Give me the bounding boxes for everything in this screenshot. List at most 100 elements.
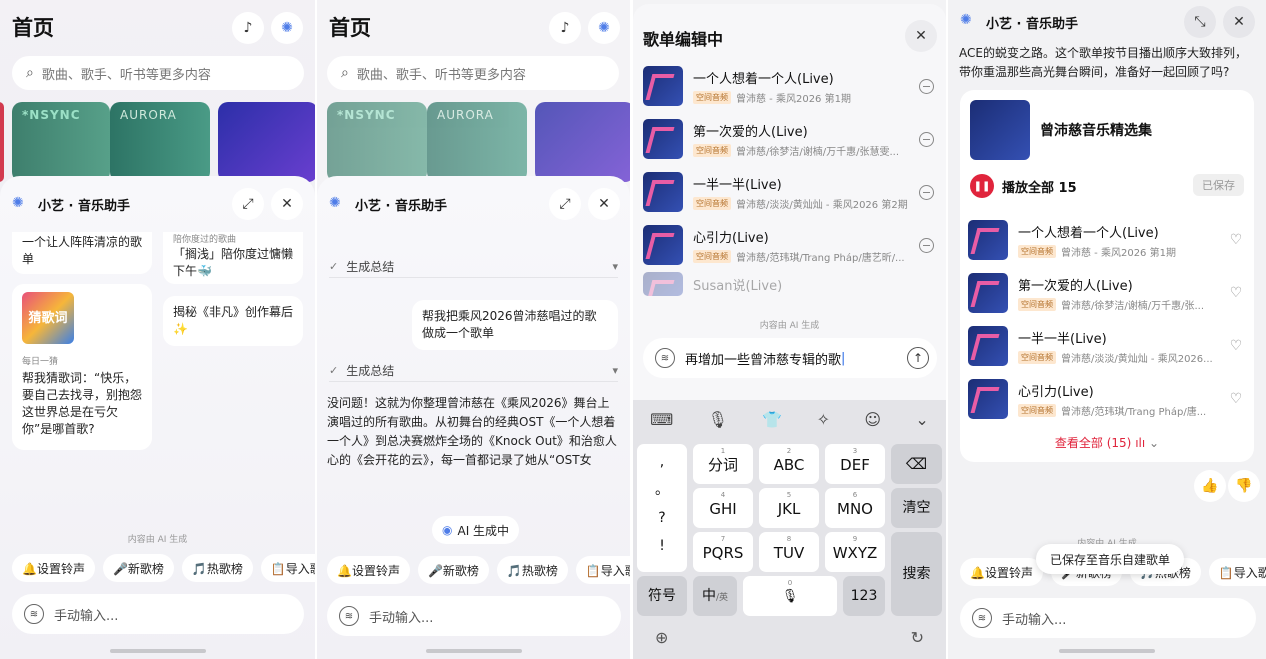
key-8[interactable]: 8 TUV	[759, 532, 819, 572]
banner-carousel[interactable]: *NSYNC AURORA	[0, 102, 315, 182]
key-2[interactable]: 2 ABC	[759, 444, 819, 484]
key-7[interactable]: 7 PQRS	[693, 532, 753, 572]
banner-label: AURORA	[437, 108, 494, 122]
clear-key[interactable]: 清空	[891, 488, 942, 528]
song-row[interactable]: 一半一半(Live) 空间音频 曾沛慈/淡淡/黄灿灿 - 乘风2026... ♡	[968, 320, 1246, 372]
key-1[interactable]: 1 分词	[693, 444, 753, 484]
summary-toggle[interactable]: ✓ 生成总结 ▾	[329, 362, 618, 382]
rotate-icon[interactable]: ↻	[911, 628, 924, 647]
globe-icon[interactable]: ⊕	[655, 628, 668, 647]
collapse-icon[interactable]: ⤡	[1184, 6, 1216, 38]
chip-import-playlist[interactable]: 📋导入歌单	[575, 556, 630, 584]
backspace-icon[interactable]: ⌫	[891, 444, 942, 484]
expand-icon[interactable]: ⤢	[549, 188, 581, 220]
voice-wave-icon[interactable]: ≋	[339, 606, 359, 626]
song-row[interactable]: 心引力(Live) 空间音频 曾沛慈/范玮琪/Trang Pháp/唐... ♡	[968, 373, 1246, 425]
key-9[interactable]: 9 WXYZ	[825, 532, 885, 572]
banner[interactable]	[0, 102, 4, 182]
chip-import-playlist[interactable]: 📋导入歌单	[1208, 558, 1266, 586]
language-switch-key[interactable]: 中/英	[693, 576, 737, 616]
thumbs-up-icon[interactable]: 👍	[1194, 470, 1226, 502]
key-3[interactable]: 3 DEF	[825, 444, 885, 484]
symbol-key[interactable]: 符号	[637, 576, 687, 616]
banner-carousel[interactable]: *NSYNC AURORA	[317, 102, 630, 182]
key-4[interactable]: 4 GHI	[693, 488, 753, 528]
remove-song-button[interactable]	[916, 235, 936, 255]
ai-writing-icon[interactable]: ✧	[817, 410, 830, 429]
thumbs-down-icon[interactable]: 👎	[1228, 470, 1260, 502]
message-input[interactable]: ≋ 再增加一些曾沛慈专辑的歌 | ↑	[643, 338, 937, 378]
suggestion-card[interactable]: 陪你度过的歌曲 「搁浅」陪你度过慵懒下午🐳	[163, 232, 303, 284]
key-5[interactable]: 5 JKL	[759, 488, 819, 528]
voice-wave-icon[interactable]: ≋	[655, 348, 675, 368]
close-icon[interactable]: ✕	[588, 188, 620, 220]
punct-key[interactable]: ?	[637, 504, 687, 532]
voice-wave-icon[interactable]: ≋	[24, 604, 44, 624]
banner[interactable]: AURORA	[427, 102, 527, 182]
song-row[interactable]: 一个人想着一个人(Live) 空间音频 曾沛慈 - 乘风2026 第1期	[643, 60, 936, 112]
song-row[interactable]: 一个人想着一个人(Live) 空间音频 曾沛慈 - 乘风2026 第1期 ♡	[968, 214, 1246, 266]
microphone-icon[interactable]: 🎙	[708, 410, 728, 429]
close-icon[interactable]: ✕	[271, 188, 303, 220]
search-input[interactable]: ⌕ 歌曲、歌手、听书等更多内容	[12, 56, 304, 90]
manual-input[interactable]: ≋ 手动输入...	[12, 594, 304, 634]
chip-hot-songs[interactable]: 🎵热歌榜	[496, 556, 568, 584]
expand-icon[interactable]: ⤢	[232, 188, 264, 220]
punct-key[interactable]: !	[637, 532, 687, 560]
song-row[interactable]: Susan说(Live)	[643, 272, 936, 296]
chip-set-ringtone[interactable]: 🔔设置铃声	[327, 556, 410, 584]
remove-song-button[interactable]	[916, 182, 936, 202]
music-recognition-icon[interactable]: ♪	[232, 12, 264, 44]
banner[interactable]	[535, 102, 630, 182]
banner[interactable]: *NSYNC	[327, 102, 427, 182]
view-all-link[interactable]: 查看全部 (15) ılı ⌄	[960, 434, 1254, 451]
chip-new-songs[interactable]: 🎤新歌榜	[417, 556, 489, 584]
chip-set-ringtone[interactable]: 🔔设置铃声	[960, 558, 1043, 586]
heart-icon[interactable]: ♡	[1226, 230, 1246, 250]
guess-lyrics-card[interactable]: 猜歌词 每日一猜 帮我猜歌词：“快乐，要自己去找寻，别抱怨这世界总是在亏欠你”是…	[12, 284, 152, 450]
banner[interactable]: *NSYNC	[12, 102, 110, 182]
assistant-icon[interactable]: ✺	[271, 12, 303, 44]
chip-set-ringtone[interactable]: 🔔设置铃声	[12, 554, 95, 582]
send-icon[interactable]: ↑	[907, 347, 929, 369]
chevron-down-icon: ▾	[612, 364, 618, 377]
voice-wave-icon[interactable]: ≋	[972, 608, 992, 628]
collapse-keyboard-icon[interactable]: ⌄	[915, 410, 928, 429]
banner[interactable]: AURORA	[110, 102, 210, 182]
close-icon[interactable]: ✕	[1223, 6, 1255, 38]
song-row[interactable]: 第一次爱的人(Live) 空间音频 曾沛慈/徐梦洁/谢楠/万千惠/张... ♡	[968, 267, 1246, 319]
manual-input[interactable]: ≋ 手动输入...	[960, 598, 1256, 638]
manual-input[interactable]: ≋ 手动输入...	[327, 596, 621, 636]
space-key[interactable]: 0 🎙	[743, 576, 837, 616]
play-all-button[interactable]: ❚❚ 播放全部 15	[970, 174, 1077, 198]
summary-toggle[interactable]: ✓ 生成总结 ▾	[329, 258, 618, 278]
song-row[interactable]: 一半一半(Live) 空间音频 曾沛慈/淡淡/黄灿灿 - 乘风2026 第2期	[643, 166, 936, 218]
punctuation-column[interactable]: , 。 ? !	[637, 444, 687, 572]
search-key[interactable]: 搜索	[891, 532, 942, 616]
key-6[interactable]: 6 MNO	[825, 488, 885, 528]
close-icon[interactable]: ✕	[905, 20, 937, 52]
skin-icon[interactable]: 👕	[762, 410, 782, 429]
music-recognition-icon[interactable]: ♪	[549, 12, 581, 44]
banner[interactable]	[218, 102, 315, 182]
punct-key[interactable]: 。	[637, 476, 687, 504]
emoji-icon[interactable]: ☺	[864, 410, 881, 429]
suggestion-card[interactable]: 揭秘《非凡》创作幕后✨	[163, 296, 303, 346]
ai-generating-badge[interactable]: ◉ AI 生成中	[432, 516, 520, 544]
heart-icon[interactable]: ♡	[1226, 336, 1246, 356]
heart-icon[interactable]: ♡	[1226, 283, 1246, 303]
keyboard-layout-icon[interactable]: ⌨	[650, 410, 673, 429]
heart-icon[interactable]: ♡	[1226, 389, 1246, 409]
search-input[interactable]: ⌕ 歌曲、歌手、听书等更多内容	[327, 56, 619, 90]
song-row[interactable]: 心引力(Live) 空间音频 曾沛慈/范玮琪/Trang Pháp/唐艺昕/...	[643, 219, 936, 271]
remove-song-button[interactable]	[916, 76, 936, 96]
punct-key[interactable]: ,	[637, 448, 687, 476]
chip-new-songs[interactable]: 🎤新歌榜	[102, 554, 174, 582]
song-row[interactable]: 第一次爱的人(Live) 空间音频 曾沛慈/徐梦洁/谢楠/万千惠/张慧雯...	[643, 113, 936, 165]
suggestion-card[interactable]: 一个让人阵阵清凉的歌单	[12, 232, 152, 274]
assistant-icon[interactable]: ✺	[588, 12, 620, 44]
numeric-key[interactable]: 123	[843, 576, 885, 616]
chip-hot-songs[interactable]: 🎵热歌榜	[181, 554, 253, 582]
remove-song-button[interactable]	[916, 129, 936, 149]
chip-import-playlist[interactable]: 📋导入歌单	[260, 554, 315, 582]
